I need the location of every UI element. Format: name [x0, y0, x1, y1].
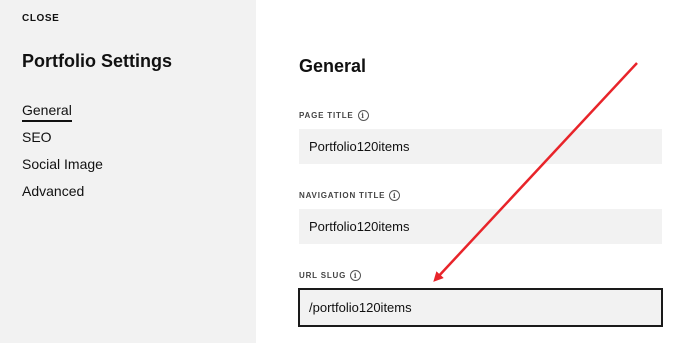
nav-item-label: Social Image [22, 156, 103, 172]
nav-item-label: General [22, 102, 72, 122]
nav-item-label: Advanced [22, 183, 85, 199]
url-slug-label: URL SLUG i [299, 270, 362, 281]
nav-item-label: SEO [22, 129, 52, 145]
page-title-input[interactable] [299, 129, 662, 164]
settings-nav: General SEO Social Image Advanced [22, 102, 103, 210]
navigation-title-label: NAVIGATION TITLE i [299, 190, 401, 201]
page-title-label-text: PAGE TITLE [299, 111, 354, 120]
section-title: General [299, 56, 367, 76]
navigation-title-input[interactable] [299, 209, 662, 244]
url-slug-label-text: URL SLUG [299, 271, 347, 280]
sidebar-title: Portfolio Settings [22, 51, 172, 71]
info-icon[interactable]: i [350, 270, 362, 281]
settings-sidebar: CLOSE Portfolio Settings General SEO Soc… [0, 0, 256, 343]
nav-item-seo[interactable]: SEO [22, 129, 103, 156]
info-icon[interactable]: i [389, 190, 401, 201]
navigation-title-label-text: NAVIGATION TITLE [299, 191, 386, 200]
nav-item-advanced[interactable]: Advanced [22, 183, 103, 210]
settings-panel: General PAGE TITLE i NAVIGATION TITLE i … [256, 0, 700, 343]
nav-item-social-image[interactable]: Social Image [22, 156, 103, 183]
info-icon[interactable]: i [357, 110, 369, 121]
page-title-label: PAGE TITLE i [299, 110, 369, 121]
url-slug-input[interactable] [298, 288, 663, 327]
close-button[interactable]: CLOSE [22, 13, 59, 24]
nav-item-general[interactable]: General [22, 102, 103, 129]
